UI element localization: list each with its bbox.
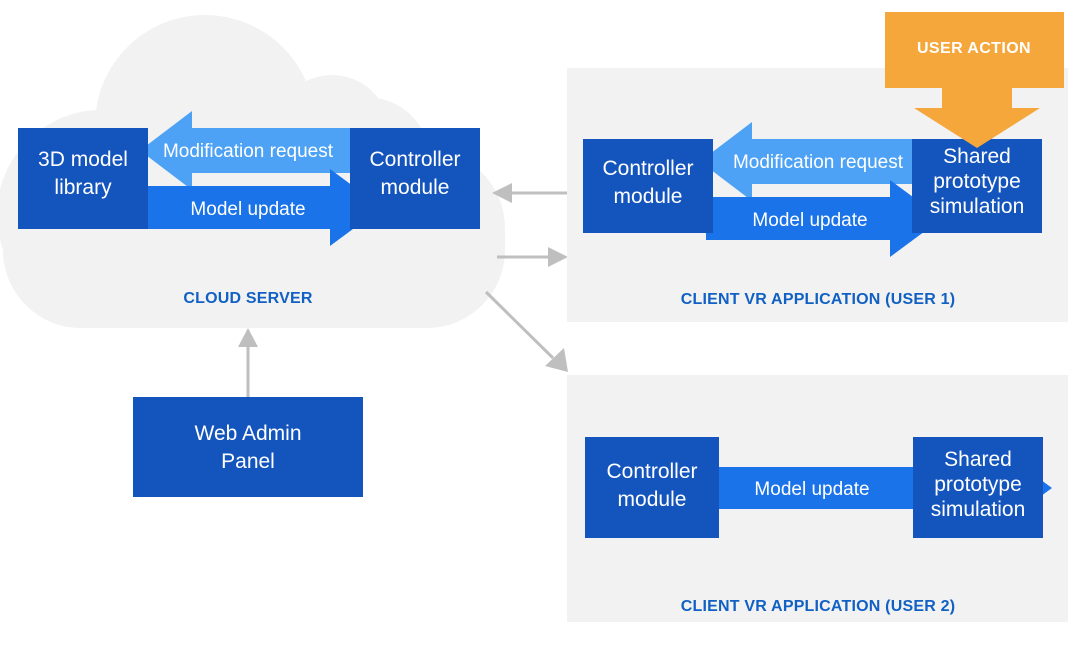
modification-request-arrow-label: Modification request (163, 141, 334, 162)
model-update-arrow-label: Model update (190, 199, 305, 220)
diagram-canvas: CLOUD SERVER 3D model library Controller… (0, 12, 1068, 622)
shared-prototype-u2-label-line2: prototype (934, 473, 1022, 496)
web-admin-panel-label-line1: Web Admin (195, 422, 302, 445)
connector-cloud-to-user2 (484, 290, 568, 372)
user-action-label: USER ACTION (917, 40, 1031, 57)
client-vr-user-1-label: CLIENT VR APPLICATION (USER 1) (681, 291, 955, 308)
web-admin-group: Web Admin Panel (133, 328, 363, 497)
model-library-label-line2: library (54, 176, 112, 199)
shared-prototype-u1-label-line2: prototype (933, 170, 1021, 193)
architecture-diagram: CLOUD SERVER 3D model library Controller… (0, 0, 1079, 649)
controller-module-u2-label-line2: module (618, 488, 687, 511)
connector-user1-to-cloud (492, 183, 567, 203)
controller-module-u1-label-line1: Controller (602, 157, 693, 180)
model-update-u1-arrow-label: Model update (752, 210, 867, 231)
client-vr-user-2-label: CLIENT VR APPLICATION (USER 2) (681, 598, 955, 615)
cloud-server-label: CLOUD SERVER (183, 290, 312, 307)
controller-module-u2-label-line1: Controller (606, 460, 697, 483)
shared-prototype-u1-label-line3: simulation (930, 195, 1025, 218)
connector-cloud-to-user1 (497, 247, 568, 267)
shared-prototype-u2-label-line1: Shared (944, 448, 1012, 471)
modification-request-u1-arrow-label: Modification request (733, 152, 904, 173)
controller-module-label-line2: module (381, 176, 450, 199)
web-admin-panel-label-line2: Panel (221, 450, 275, 473)
model-update-u2-arrow-label: Model update (754, 479, 869, 500)
model-library-label-line1: 3D model (38, 148, 128, 171)
controller-module-label-line1: Controller (369, 148, 460, 171)
connector-webadmin-to-cloud (238, 328, 258, 397)
controller-module-u1-label-line2: module (614, 185, 683, 208)
shared-prototype-u2-label-line3: simulation (931, 498, 1026, 521)
client-vr-user-2-panel: Controller module Shared prototype simul… (567, 375, 1068, 622)
web-admin-panel-box[interactable] (133, 397, 363, 497)
shared-prototype-u1-label-line1: Shared (943, 145, 1011, 168)
